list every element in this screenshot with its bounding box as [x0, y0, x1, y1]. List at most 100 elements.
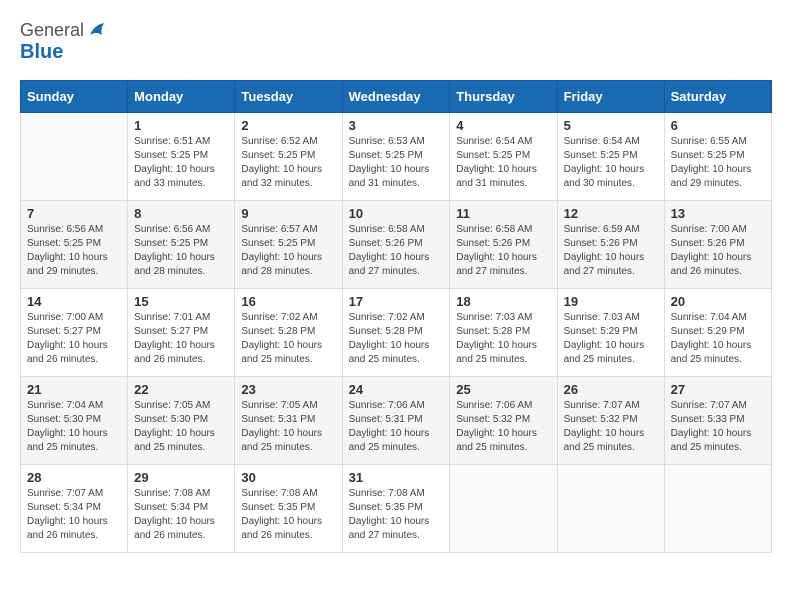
day-number: 29 — [134, 470, 228, 485]
day-detail: Sunrise: 6:56 AMSunset: 5:25 PMDaylight:… — [27, 223, 121, 279]
calendar-cell: 4 Sunrise: 6:54 AMSunset: 5:25 PMDaylight… — [450, 113, 557, 201]
day-detail: Sunrise: 6:54 AMSunset: 5:25 PMDaylight:… — [456, 135, 550, 191]
calendar-cell: 5Sunrise: 6:54 AMSunset: 5:25 PMDaylight… — [557, 113, 664, 201]
day-detail: Sunrise: 6:57 AMSunset: 5:25 PMDaylight:… — [241, 223, 335, 279]
calendar-cell: 27 Sunrise: 7:07 AMSunset: 5:33 PMDayligh… — [664, 377, 771, 465]
day-number: 10 — [349, 206, 444, 221]
calendar-week-3: 14 Sunrise: 7:00 AMSunset: 5:27 PMDayligh… — [21, 289, 772, 377]
day-detail: Sunrise: 7:03 AMSunset: 5:29 PMDaylight:… — [564, 311, 658, 367]
header-tuesday: Tuesday — [235, 81, 342, 113]
calendar-cell — [557, 465, 664, 553]
day-detail: Sunrise: 7:06 AMSunset: 5:31 PMDaylight:… — [349, 399, 444, 455]
day-number: 24 — [349, 382, 444, 397]
calendar-cell: 14 Sunrise: 7:00 AMSunset: 5:27 PMDayligh… — [21, 289, 128, 377]
page-header: General Blue — [20, 20, 772, 64]
day-number: 1 — [134, 118, 228, 133]
day-detail: Sunrise: 7:07 AMSunset: 5:32 PMDaylight:… — [564, 399, 658, 455]
calendar-cell: 26 Sunrise: 7:07 AMSunset: 5:32 PMDayligh… — [557, 377, 664, 465]
day-detail: Sunrise: 7:04 AMSunset: 5:29 PMDaylight:… — [671, 311, 765, 367]
calendar-table: SundayMondayTuesdayWednesdayThursdayFrid… — [20, 80, 772, 553]
day-number: 11 — [456, 206, 550, 221]
calendar-cell: 20 Sunrise: 7:04 AMSunset: 5:29 PMDayligh… — [664, 289, 771, 377]
day-detail: Sunrise: 7:01 AMSunset: 5:27 PMDaylight:… — [134, 311, 228, 367]
day-detail: Sunrise: 7:08 AMSunset: 5:34 PMDaylight:… — [134, 487, 228, 543]
day-detail: Sunrise: 7:08 AMSunset: 5:35 PMDaylight:… — [349, 487, 444, 543]
day-detail: Sunrise: 6:52 AMSunset: 5:25 PMDaylight:… — [241, 135, 335, 191]
calendar-cell: 18Sunrise: 7:03 AMSunset: 5:28 PMDayligh… — [450, 289, 557, 377]
calendar-cell: 1 Sunrise: 6:51 AMSunset: 5:25 PMDaylight… — [128, 113, 235, 201]
header-wednesday: Wednesday — [342, 81, 450, 113]
day-number: 16 — [241, 294, 335, 309]
day-detail: Sunrise: 7:06 AMSunset: 5:32 PMDaylight:… — [456, 399, 550, 455]
calendar-cell: 25 Sunrise: 7:06 AMSunset: 5:32 PMDayligh… — [450, 377, 557, 465]
calendar-cell: 19 Sunrise: 7:03 AMSunset: 5:29 PMDayligh… — [557, 289, 664, 377]
day-detail: Sunrise: 7:08 AMSunset: 5:35 PMDaylight:… — [241, 487, 335, 543]
day-number: 14 — [27, 294, 121, 309]
day-detail: Sunrise: 6:56 AMSunset: 5:25 PMDaylight:… — [134, 223, 228, 279]
day-detail: Sunrise: 7:02 AMSunset: 5:28 PMDaylight:… — [349, 311, 444, 367]
day-number: 25 — [456, 382, 550, 397]
calendar-week-5: 28Sunrise: 7:07 AMSunset: 5:34 PMDayligh… — [21, 465, 772, 553]
day-detail: Sunrise: 6:58 AMSunset: 5:26 PMDaylight:… — [349, 223, 444, 279]
day-detail: Sunrise: 6:58 AMSunset: 5:26 PMDaylight:… — [456, 223, 550, 279]
calendar-cell: 31 Sunrise: 7:08 AMSunset: 5:35 PMDayligh… — [342, 465, 450, 553]
calendar-cell: 11 Sunrise: 6:58 AMSunset: 5:26 PMDayligh… — [450, 201, 557, 289]
day-number: 3 — [349, 118, 444, 133]
day-number: 19 — [564, 294, 658, 309]
day-detail: Sunrise: 7:04 AMSunset: 5:30 PMDaylight:… — [27, 399, 121, 455]
day-detail: Sunrise: 7:00 AMSunset: 5:27 PMDaylight:… — [27, 311, 121, 367]
day-number: 31 — [349, 470, 444, 485]
calendar-cell — [664, 465, 771, 553]
calendar-week-1: 1 Sunrise: 6:51 AMSunset: 5:25 PMDaylight… — [21, 113, 772, 201]
calendar-cell: 8 Sunrise: 6:56 AMSunset: 5:25 PMDaylight… — [128, 201, 235, 289]
calendar-cell: 21 Sunrise: 7:04 AMSunset: 5:30 PMDayligh… — [21, 377, 128, 465]
day-detail: Sunrise: 7:05 AMSunset: 5:31 PMDaylight:… — [241, 399, 335, 455]
day-number: 4 — [456, 118, 550, 133]
calendar-cell — [450, 465, 557, 553]
day-number: 23 — [241, 382, 335, 397]
calendar-week-2: 7 Sunrise: 6:56 AMSunset: 5:25 PMDaylight… — [21, 201, 772, 289]
logo: General Blue — [20, 20, 108, 64]
calendar-cell: 15Sunrise: 7:01 AMSunset: 5:27 PMDayligh… — [128, 289, 235, 377]
day-number: 8 — [134, 206, 228, 221]
day-detail: Sunrise: 6:53 AMSunset: 5:25 PMDaylight:… — [349, 135, 444, 191]
day-number: 18 — [456, 294, 550, 309]
logo-general: General — [20, 20, 84, 41]
day-number: 20 — [671, 294, 765, 309]
day-detail: Sunrise: 7:07 AMSunset: 5:33 PMDaylight:… — [671, 399, 765, 455]
header-saturday: Saturday — [664, 81, 771, 113]
header-thursday: Thursday — [450, 81, 557, 113]
logo-bird-icon — [86, 21, 108, 39]
day-number: 12 — [564, 206, 658, 221]
header-monday: Monday — [128, 81, 235, 113]
day-number: 26 — [564, 382, 658, 397]
day-detail: Sunrise: 6:54 AMSunset: 5:25 PMDaylight:… — [564, 135, 658, 191]
calendar-cell: 30 Sunrise: 7:08 AMSunset: 5:35 PMDayligh… — [235, 465, 342, 553]
day-detail: Sunrise: 7:05 AMSunset: 5:30 PMDaylight:… — [134, 399, 228, 455]
calendar-header-row: SundayMondayTuesdayWednesdayThursdayFrid… — [21, 81, 772, 113]
logo-blue: Blue — [20, 41, 63, 63]
header-friday: Friday — [557, 81, 664, 113]
day-number: 27 — [671, 382, 765, 397]
calendar-cell: 10 Sunrise: 6:58 AMSunset: 5:26 PMDayligh… — [342, 201, 450, 289]
calendar-cell: 9 Sunrise: 6:57 AMSunset: 5:25 PMDaylight… — [235, 201, 342, 289]
calendar-cell — [21, 113, 128, 201]
day-number: 30 — [241, 470, 335, 485]
calendar-cell: 3 Sunrise: 6:53 AMSunset: 5:25 PMDaylight… — [342, 113, 450, 201]
header-sunday: Sunday — [21, 81, 128, 113]
day-number: 6 — [671, 118, 765, 133]
calendar-cell: 23 Sunrise: 7:05 AMSunset: 5:31 PMDayligh… — [235, 377, 342, 465]
day-detail: Sunrise: 7:02 AMSunset: 5:28 PMDaylight:… — [241, 311, 335, 367]
day-detail: Sunrise: 6:59 AMSunset: 5:26 PMDaylight:… — [564, 223, 658, 279]
day-detail: Sunrise: 6:51 AMSunset: 5:25 PMDaylight:… — [134, 135, 228, 191]
calendar-cell: 17 Sunrise: 7:02 AMSunset: 5:28 PMDayligh… — [342, 289, 450, 377]
day-number: 28 — [27, 470, 121, 485]
day-number: 7 — [27, 206, 121, 221]
day-number: 21 — [27, 382, 121, 397]
day-detail: Sunrise: 7:00 AMSunset: 5:26 PMDaylight:… — [671, 223, 765, 279]
day-number: 9 — [241, 206, 335, 221]
calendar-cell: 28Sunrise: 7:07 AMSunset: 5:34 PMDayligh… — [21, 465, 128, 553]
day-number: 22 — [134, 382, 228, 397]
day-number: 17 — [349, 294, 444, 309]
day-detail: Sunrise: 6:55 AMSunset: 5:25 PMDaylight:… — [671, 135, 765, 191]
